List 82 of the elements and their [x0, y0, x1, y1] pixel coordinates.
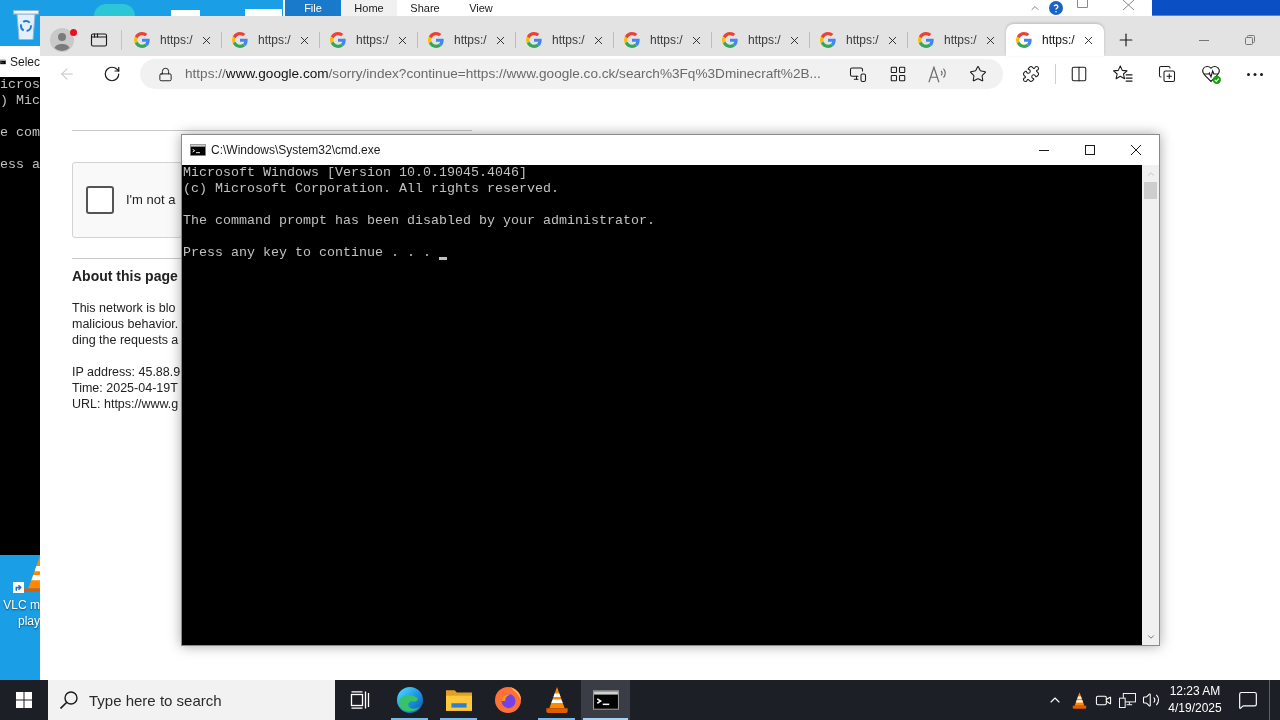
console-text: Press any key to continue . . . — [183, 245, 431, 261]
google-g-icon — [232, 32, 248, 48]
recycle-bin-icon[interactable] — [13, 8, 39, 40]
minimize-icon — [1039, 149, 1049, 151]
window-title: C:\Windows\System32\cmd.exe — [211, 142, 381, 159]
console-text: The command prompt has been disabled by your administrator. — [183, 213, 655, 229]
google-g-icon — [1016, 32, 1032, 48]
detail-text: Time: 2025-04-19T — [72, 380, 178, 396]
paragraph-text: This network is blo malicious behavior. ding the requests a — [72, 300, 179, 348]
user-avatar — [50, 28, 74, 52]
google-g-icon — [330, 32, 346, 48]
heart-pulse-icon — [1201, 64, 1221, 84]
wave-logo-icon — [396, 687, 423, 713]
browser-tab[interactable]: https:/ — [320, 24, 418, 56]
grid-icon — [889, 65, 907, 83]
read-aloud-icon — [928, 65, 948, 83]
close-icon — [1131, 145, 1141, 155]
section-heading: About this page — [72, 268, 178, 284]
window-title: Selec — [9, 53, 40, 71]
maximize-icon — [1085, 145, 1095, 155]
browser-tab[interactable]: https:/ — [222, 24, 320, 56]
puzzle-icon — [1022, 65, 1040, 83]
google-g-icon — [918, 32, 934, 48]
more-icon — [1247, 72, 1263, 76]
taskbar-clock[interactable]: 12:23 AM 4/19/2025 — [1163, 680, 1227, 720]
browser-tab[interactable]: https:/ — [124, 24, 222, 56]
console-text: ess a — [0, 157, 40, 173]
windows-logo-icon — [16, 692, 32, 708]
browser-tab[interactable]: https:/ — [614, 24, 712, 56]
browser-tab[interactable]: https:/ — [1006, 24, 1104, 56]
maximize-icon — [1076, 0, 1088, 8]
terminal-icon — [190, 144, 206, 156]
window-icon — [90, 31, 108, 49]
google-g-icon — [134, 32, 150, 48]
minimize-icon — [1199, 39, 1209, 41]
detail-text: IP address: 45.88.9 — [72, 364, 181, 380]
scrollbar-thumb[interactable] — [1144, 182, 1157, 199]
google-g-icon — [624, 32, 640, 48]
address-bar[interactable]: https://www.google.com/sorry/index?continue=https://www.google.co.ck/search%3Fq%3Dminecraft%2B... — [140, 59, 1003, 89]
browser-tab[interactable]: https:/ — [908, 24, 1006, 56]
browser-tab[interactable]: https:/ — [418, 24, 516, 56]
browser-tab[interactable]: https:/ — [712, 24, 810, 56]
google-g-icon — [526, 32, 542, 48]
google-g-icon — [722, 32, 738, 48]
browser-tab[interactable]: https:/ — [516, 24, 614, 56]
speech-bubble-icon — [1238, 690, 1258, 710]
console-text: e com — [0, 125, 40, 141]
folder-icon — [445, 689, 472, 711]
flame-globe-icon — [494, 687, 521, 713]
shortcut-arrow-icon — [13, 582, 24, 593]
traffic-cone-icon — [1071, 691, 1087, 709]
star-list-icon — [1113, 65, 1133, 83]
restore-icon — [1245, 35, 1255, 45]
scrollbar[interactable] — [1142, 165, 1159, 645]
browser-tab[interactable]: https:/ — [810, 24, 908, 56]
devices-icon — [849, 65, 867, 83]
search-icon — [60, 691, 78, 709]
refresh-icon — [103, 65, 121, 83]
url-text: https://www.google.com/sorry/index?continue=https://www.google.co.ck/search%3Fq%3Dminecraft%2B... — [185, 65, 821, 83]
star-icon — [969, 65, 987, 83]
captcha-label: I'm not a — [126, 191, 176, 210]
console-text: Microsoft Windows [Version 10.0.19045.4046] — [183, 165, 527, 181]
speaker-icon — [1142, 691, 1160, 709]
task-view-icon — [350, 691, 370, 709]
google-g-icon — [820, 32, 836, 48]
terminal-icon — [592, 690, 619, 710]
search-field[interactable]: Type here to search — [48, 680, 335, 720]
detail-text: URL: https://www.g — [72, 396, 179, 412]
split-screen-icon — [1070, 65, 1088, 83]
google-g-icon — [428, 32, 444, 48]
ribbon-tab[interactable]: File — [285, 0, 341, 16]
lock-icon — [158, 66, 173, 82]
collections-icon — [1158, 65, 1176, 83]
console-text: icros — [0, 77, 40, 93]
captcha-checkbox[interactable] — [86, 186, 114, 214]
close-icon — [1122, 0, 1134, 10]
traffic-cone-icon — [544, 687, 569, 713]
taskbar-app-button[interactable] — [581, 680, 630, 720]
console-text: ) Mic — [0, 93, 40, 109]
network-icon — [1118, 692, 1136, 708]
ribbon-tab[interactable]: Home — [341, 0, 397, 16]
console-text: (c) Microsoft Corporation. All rights reserved. — [183, 181, 559, 197]
